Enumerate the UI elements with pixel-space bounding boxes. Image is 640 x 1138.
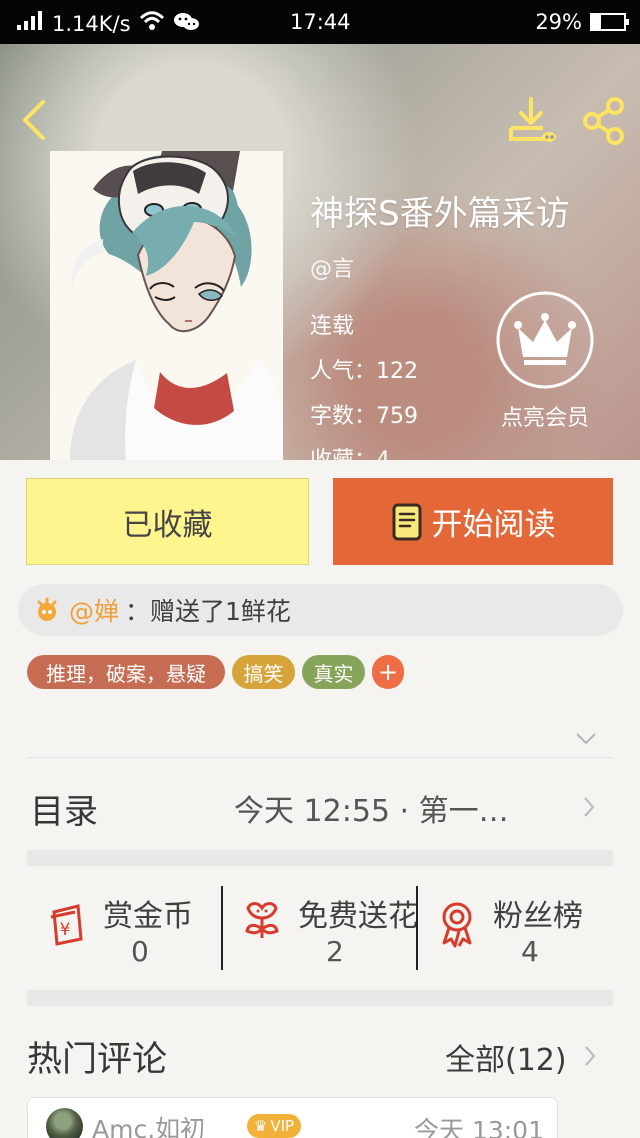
wechat-icon [173, 11, 200, 37]
signal-icon [16, 10, 44, 37]
section-divider [27, 757, 613, 758]
collected-label: 已收藏 [122, 507, 213, 543]
tag-item[interactable]: 真实 [302, 655, 365, 689]
all-comments-arrow[interactable] [583, 1045, 597, 1067]
book-cover-image[interactable] [50, 151, 283, 460]
fan-ranking-value: 4 [521, 935, 539, 968]
download-icon [509, 97, 556, 142]
status-left: 1.14K/s [16, 10, 200, 37]
vip-badge: ♛ VIP [247, 1114, 301, 1138]
chevron-right-icon [584, 797, 595, 817]
crown-icon [496, 291, 594, 389]
gift-icon [37, 597, 57, 621]
crown-icon: ♛ [253, 1117, 268, 1135]
svg-text:¥: ¥ [60, 920, 71, 940]
all-comments-link[interactable]: 全部(12) [445, 1035, 567, 1079]
download-button[interactable] [507, 97, 559, 145]
comment-card[interactable]: Amc.如初 ♛ VIP 今天 13:01 [27, 1097, 558, 1138]
book-popularity: 人气：122 [310, 359, 418, 384]
reward-coin-label: 赏金币 [103, 899, 193, 934]
book-icon [392, 503, 421, 540]
battery-level [592, 15, 602, 29]
share-button[interactable] [581, 97, 629, 145]
member-label[interactable]: 点亮会员 [492, 400, 598, 432]
chevron-down-icon [576, 733, 596, 745]
fan-ranking-stat[interactable]: 粉丝榜 4 [417, 880, 613, 972]
wifi-icon [139, 11, 165, 36]
book-author[interactable]: @言 [310, 251, 354, 283]
start-reading-label: 开始阅读 [431, 507, 556, 543]
free-flower-stat[interactable]: 免费送花 2 [222, 880, 418, 972]
member-button[interactable] [495, 290, 595, 390]
gift-text: ：赠送了1鲜花 [125, 597, 291, 626]
reward-coin-value: 0 [131, 935, 149, 968]
collected-button[interactable]: 已收藏 [26, 478, 309, 565]
gift-notification[interactable]: @婵 ：赠送了1鲜花 [18, 584, 623, 636]
tag-item[interactable]: 推理，破案，悬疑 [27, 655, 225, 689]
free-flower-value: 2 [326, 935, 344, 968]
status-bar: 1.14K/s 17:44 29% [0, 0, 640, 44]
book-actions: 已收藏 开始阅读 [26, 478, 613, 565]
book-word-count: 字数：759 [310, 404, 418, 429]
chevron-left-icon [23, 100, 45, 140]
book-title: 神探S番外篇采访 [310, 194, 570, 234]
status-right: 29% [535, 10, 629, 34]
toc-latest-chapter[interactable]: 今天 12:55 · 第一… [234, 786, 509, 830]
chevron-right-icon [585, 1046, 596, 1066]
hot-comments-title: 热门评论 [27, 1040, 168, 1080]
fan-ranking-label: 粉丝榜 [493, 899, 583, 934]
toc-title[interactable]: 目录 [30, 784, 98, 833]
section-gap [27, 990, 613, 1006]
toc-arrow[interactable] [582, 796, 596, 818]
battery-icon [590, 13, 629, 31]
network-speed: 1.14K/s [52, 11, 131, 36]
section-gap [27, 850, 613, 866]
vip-label: VIP [270, 1117, 295, 1135]
stats-row: ¥ 赏金币 0 免费送花 2 粉丝榜 4 [27, 880, 613, 972]
reward-coin-stat[interactable]: ¥ 赏金币 0 [27, 880, 222, 972]
back-button[interactable] [18, 98, 50, 142]
avatar[interactable] [46, 1108, 83, 1138]
tag-item[interactable]: 搞笑 [232, 655, 295, 689]
gift-user[interactable]: @婵 [69, 592, 119, 628]
reward-icon: ¥ [50, 904, 83, 946]
book-status: 连载 [310, 314, 355, 339]
share-icon [583, 97, 624, 145]
battery-percent: 29% [535, 10, 582, 34]
flower-icon [245, 902, 279, 938]
comment-time: 今天 13:01 [414, 1116, 544, 1138]
start-reading-button[interactable]: 开始阅读 [333, 478, 613, 565]
book-favorites: 收藏：4 [310, 442, 390, 460]
medal-icon [442, 902, 472, 948]
expand-details-button[interactable] [575, 730, 597, 746]
status-time: 17:44 [290, 10, 351, 34]
book-header: 神探S番外篇采访 @言 连载 人气：122 字数：759 收藏：4 点亮会员 [0, 44, 640, 460]
tag-list: 推理，破案，悬疑 搞笑 真实 + [27, 654, 404, 690]
add-tag-button[interactable]: + [372, 655, 404, 689]
free-flower-label: 免费送花 [298, 899, 418, 934]
comment-user[interactable]: Amc.如初 [92, 1110, 205, 1138]
